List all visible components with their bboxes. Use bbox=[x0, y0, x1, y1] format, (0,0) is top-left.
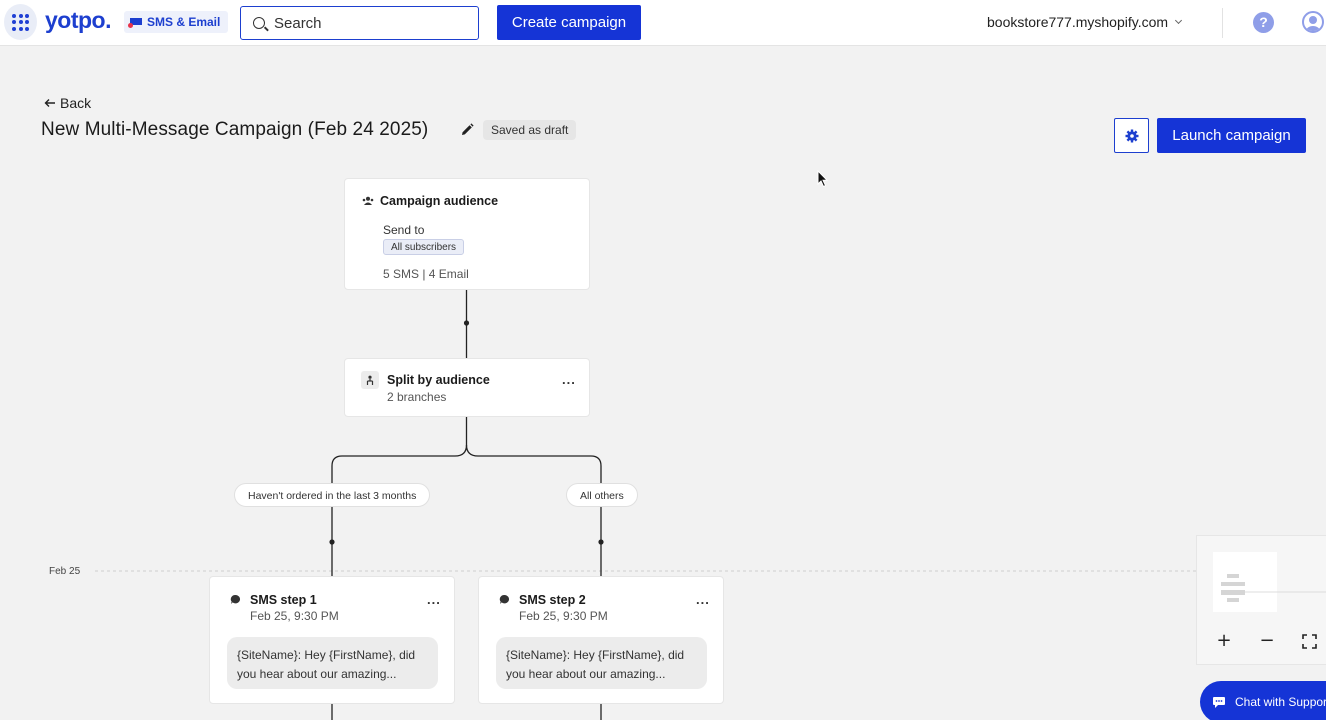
audience-counts: 5 SMS | 4 Email bbox=[383, 267, 469, 281]
chat-label: Chat with Support bbox=[1235, 695, 1326, 709]
sms-step-time: Feb 25, 9:30 PM bbox=[519, 609, 608, 623]
sms-step-card[interactable]: SMS step 2 Feb 25, 9:30 PM ... {SiteName… bbox=[478, 576, 724, 704]
sms-step-menu-button[interactable]: ... bbox=[696, 592, 710, 607]
sms-step-title: SMS step 2 bbox=[519, 593, 586, 607]
branch-label[interactable]: All others bbox=[566, 483, 638, 507]
zoom-in-button[interactable]: + bbox=[1209, 626, 1239, 656]
sms-icon bbox=[230, 594, 241, 604]
sms-step-time: Feb 25, 9:30 PM bbox=[250, 609, 339, 623]
sms-step-menu-button[interactable]: ... bbox=[427, 592, 441, 607]
sms-step-card[interactable]: SMS step 1 Feb 25, 9:30 PM ... {SiteName… bbox=[209, 576, 455, 704]
chat-icon bbox=[1213, 696, 1225, 708]
minimap-preview bbox=[1213, 552, 1326, 612]
sms-icon bbox=[499, 594, 510, 604]
audience-icon bbox=[362, 196, 374, 205]
audience-title: Campaign audience bbox=[380, 194, 499, 208]
split-subtitle: 2 branches bbox=[387, 390, 447, 404]
audience-segment-tag: All subscribers bbox=[383, 239, 465, 255]
zoom-out-button[interactable]: − bbox=[1252, 626, 1282, 656]
timeline-date: Feb 25 bbox=[49, 566, 81, 577]
send-to-label: Send to bbox=[383, 223, 425, 237]
split-icon bbox=[366, 375, 374, 385]
campaign-audience-card[interactable]: Campaign audience Send to All subscriber… bbox=[344, 178, 590, 290]
sms-step-title: SMS step 1 bbox=[250, 593, 317, 607]
split-by-audience-card[interactable]: Split by audience 2 branches ... bbox=[344, 358, 590, 417]
sms-message-preview: {SiteName}: Hey {FirstName}, did you hea… bbox=[227, 637, 438, 689]
branch-label[interactable]: Haven't ordered in the last 3 months bbox=[234, 483, 431, 507]
chat-with-support-button[interactable]: Chat with Support bbox=[1200, 681, 1326, 720]
sms-message-preview: {SiteName}: Hey {FirstName}, did you hea… bbox=[496, 637, 707, 689]
cursor-icon bbox=[817, 170, 829, 188]
split-menu-button[interactable]: ... bbox=[562, 372, 576, 387]
fullscreen-icon[interactable] bbox=[1302, 634, 1317, 649]
split-icon-wrap bbox=[361, 371, 379, 389]
split-title: Split by audience bbox=[387, 373, 490, 387]
